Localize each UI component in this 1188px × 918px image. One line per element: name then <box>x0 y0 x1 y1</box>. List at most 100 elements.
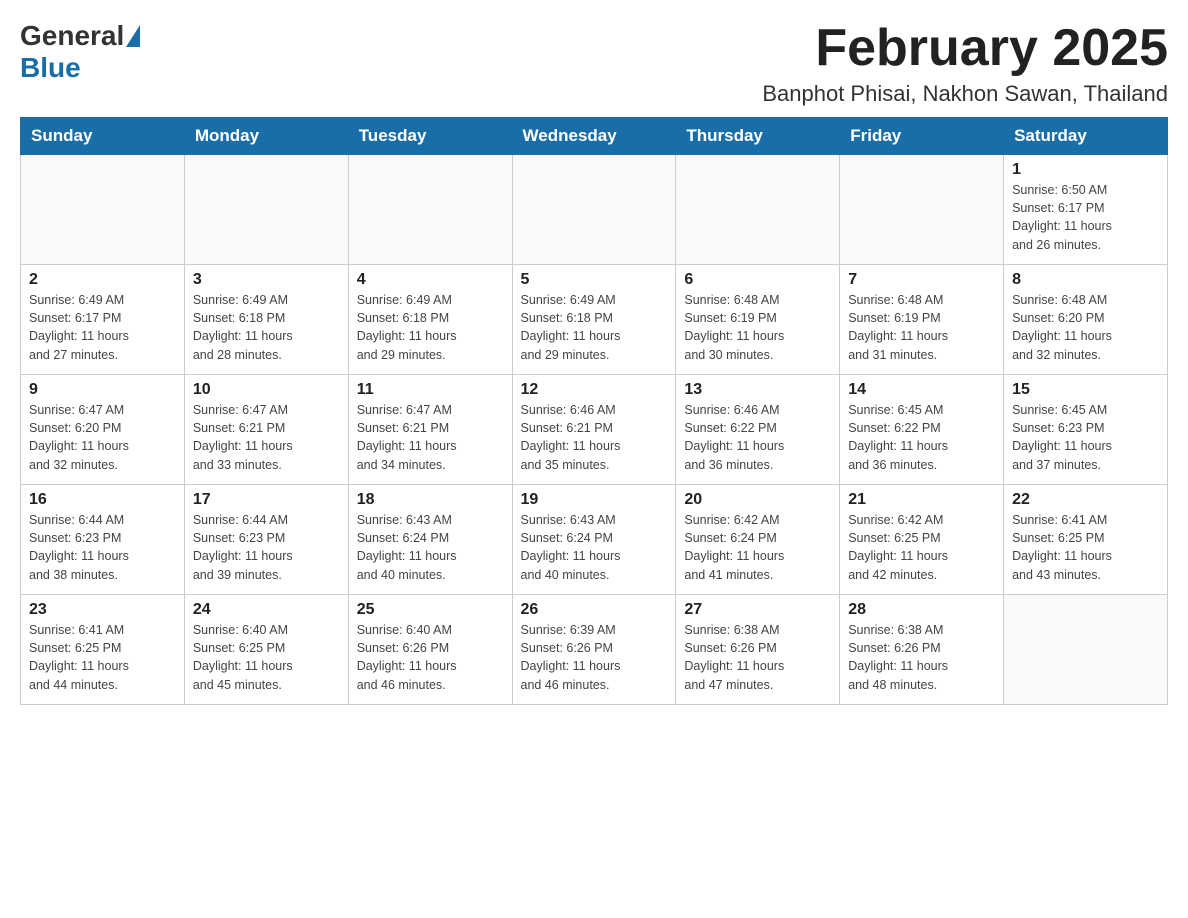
day-info: Sunrise: 6:43 AM Sunset: 6:24 PM Dayligh… <box>521 511 668 584</box>
day-number: 17 <box>193 491 340 509</box>
day-number: 24 <box>193 601 340 619</box>
day-number: 8 <box>1012 271 1159 289</box>
calendar-cell: 24 Sunrise: 6:40 AM Sunset: 6:25 PM Dayli… <box>184 595 348 705</box>
week-row-2: 9Sunrise: 6:47 AM Sunset: 6:20 PM Daylig… <box>21 375 1168 485</box>
calendar-cell: 14 Sunrise: 6:45 AM Sunset: 6:22 PM Dayli… <box>840 375 1004 485</box>
week-row-0: 1 Sunrise: 6:50 AM Sunset: 6:17 PM Daylig… <box>21 155 1168 265</box>
day-info: Sunrise: 6:43 AM Sunset: 6:24 PM Dayligh… <box>357 511 504 584</box>
day-info: Sunrise: 6:46 AM Sunset: 6:21 PM Dayligh… <box>521 401 668 474</box>
calendar-cell: 27Sunrise: 6:38 AM Sunset: 6:26 PM Dayli… <box>676 595 840 705</box>
week-row-1: 2 Sunrise: 6:49 AM Sunset: 6:17 PM Daylig… <box>21 265 1168 375</box>
day-number: 15 <box>1012 381 1159 399</box>
calendar-cell: 28 Sunrise: 6:38 AM Sunset: 6:26 PM Dayli… <box>840 595 1004 705</box>
day-info: Sunrise: 6:49 AM Sunset: 6:18 PM Dayligh… <box>521 291 668 364</box>
calendar-cell: 5 Sunrise: 6:49 AM Sunset: 6:18 PM Daylig… <box>512 265 676 375</box>
day-info: Sunrise: 6:48 AM Sunset: 6:20 PM Dayligh… <box>1012 291 1159 364</box>
day-number: 7 <box>848 271 995 289</box>
calendar-cell <box>348 155 512 265</box>
logo: General Blue <box>20 20 142 84</box>
day-info: Sunrise: 6:47 AM Sunset: 6:21 PM Dayligh… <box>357 401 504 474</box>
calendar-cell: 20 Sunrise: 6:42 AM Sunset: 6:24 PM Dayli… <box>676 485 840 595</box>
calendar-cell: 1 Sunrise: 6:50 AM Sunset: 6:17 PM Daylig… <box>1004 155 1168 265</box>
day-info: Sunrise: 6:49 AM Sunset: 6:17 PM Dayligh… <box>29 291 176 364</box>
calendar-cell <box>676 155 840 265</box>
day-number: 22 <box>1012 491 1159 509</box>
week-row-4: 23 Sunrise: 6:41 AM Sunset: 6:25 PM Dayli… <box>21 595 1168 705</box>
day-number: 13 <box>684 381 831 399</box>
day-info: Sunrise: 6:44 AM Sunset: 6:23 PM Dayligh… <box>193 511 340 584</box>
calendar-cell: 21 Sunrise: 6:42 AM Sunset: 6:25 PM Dayli… <box>840 485 1004 595</box>
page-header: General Blue February 2025 Banphot Phisa… <box>20 20 1168 107</box>
day-number: 3 <box>193 271 340 289</box>
day-info: Sunrise: 6:42 AM Sunset: 6:24 PM Dayligh… <box>684 511 831 584</box>
day-info: Sunrise: 6:40 AM Sunset: 6:25 PM Dayligh… <box>193 621 340 694</box>
header-thursday: Thursday <box>676 118 840 155</box>
calendar-cell: 6 Sunrise: 6:48 AM Sunset: 6:19 PM Daylig… <box>676 265 840 375</box>
header-monday: Monday <box>184 118 348 155</box>
calendar-cell: 19 Sunrise: 6:43 AM Sunset: 6:24 PM Dayli… <box>512 485 676 595</box>
calendar-cell: 18 Sunrise: 6:43 AM Sunset: 6:24 PM Dayli… <box>348 485 512 595</box>
day-info: Sunrise: 6:46 AM Sunset: 6:22 PM Dayligh… <box>684 401 831 474</box>
day-info: Sunrise: 6:50 AM Sunset: 6:17 PM Dayligh… <box>1012 181 1159 254</box>
day-number: 1 <box>1012 161 1159 179</box>
day-info: Sunrise: 6:42 AM Sunset: 6:25 PM Dayligh… <box>848 511 995 584</box>
month-title: February 2025 <box>762 20 1168 77</box>
location-title: Banphot Phisai, Nakhon Sawan, Thailand <box>762 81 1168 107</box>
header-sunday: Sunday <box>21 118 185 155</box>
day-number: 28 <box>848 601 995 619</box>
day-info: Sunrise: 6:40 AM Sunset: 6:26 PM Dayligh… <box>357 621 504 694</box>
header-saturday: Saturday <box>1004 118 1168 155</box>
day-info: Sunrise: 6:45 AM Sunset: 6:23 PM Dayligh… <box>1012 401 1159 474</box>
calendar-cell: 16 Sunrise: 6:44 AM Sunset: 6:23 PM Dayli… <box>21 485 185 595</box>
day-number: 18 <box>357 491 504 509</box>
calendar-cell: 15 Sunrise: 6:45 AM Sunset: 6:23 PM Dayli… <box>1004 375 1168 485</box>
day-info: Sunrise: 6:38 AM Sunset: 6:26 PM Dayligh… <box>684 621 831 694</box>
calendar-cell: 8 Sunrise: 6:48 AM Sunset: 6:20 PM Daylig… <box>1004 265 1168 375</box>
day-info: Sunrise: 6:48 AM Sunset: 6:19 PM Dayligh… <box>848 291 995 364</box>
calendar-cell: 13 Sunrise: 6:46 AM Sunset: 6:22 PM Dayli… <box>676 375 840 485</box>
day-number: 5 <box>521 271 668 289</box>
day-info: Sunrise: 6:49 AM Sunset: 6:18 PM Dayligh… <box>193 291 340 364</box>
day-number: 25 <box>357 601 504 619</box>
calendar-cell: 7 Sunrise: 6:48 AM Sunset: 6:19 PM Daylig… <box>840 265 1004 375</box>
day-number: 21 <box>848 491 995 509</box>
day-info: Sunrise: 6:38 AM Sunset: 6:26 PM Dayligh… <box>848 621 995 694</box>
title-block: February 2025 Banphot Phisai, Nakhon Saw… <box>762 20 1168 107</box>
calendar-cell: 10Sunrise: 6:47 AM Sunset: 6:21 PM Dayli… <box>184 375 348 485</box>
day-info: Sunrise: 6:41 AM Sunset: 6:25 PM Dayligh… <box>29 621 176 694</box>
logo-blue-text: Blue <box>20 52 81 83</box>
header-wednesday: Wednesday <box>512 118 676 155</box>
calendar-cell: 25 Sunrise: 6:40 AM Sunset: 6:26 PM Dayli… <box>348 595 512 705</box>
day-info: Sunrise: 6:45 AM Sunset: 6:22 PM Dayligh… <box>848 401 995 474</box>
calendar-cell: 4Sunrise: 6:49 AM Sunset: 6:18 PM Daylig… <box>348 265 512 375</box>
week-row-3: 16 Sunrise: 6:44 AM Sunset: 6:23 PM Dayli… <box>21 485 1168 595</box>
day-info: Sunrise: 6:39 AM Sunset: 6:26 PM Dayligh… <box>521 621 668 694</box>
calendar-cell: 26 Sunrise: 6:39 AM Sunset: 6:26 PM Dayli… <box>512 595 676 705</box>
day-number: 6 <box>684 271 831 289</box>
day-number: 14 <box>848 381 995 399</box>
day-number: 23 <box>29 601 176 619</box>
calendar-cell <box>21 155 185 265</box>
calendar-cell <box>184 155 348 265</box>
day-number: 19 <box>521 491 668 509</box>
header-friday: Friday <box>840 118 1004 155</box>
logo-triangle-icon <box>126 25 140 47</box>
day-number: 10 <box>193 381 340 399</box>
calendar-cell: 9Sunrise: 6:47 AM Sunset: 6:20 PM Daylig… <box>21 375 185 485</box>
day-number: 9 <box>29 381 176 399</box>
calendar-cell: 12 Sunrise: 6:46 AM Sunset: 6:21 PM Dayli… <box>512 375 676 485</box>
day-info: Sunrise: 6:49 AM Sunset: 6:18 PM Dayligh… <box>357 291 504 364</box>
day-number: 2 <box>29 271 176 289</box>
day-number: 12 <box>521 381 668 399</box>
day-number: 11 <box>357 381 504 399</box>
calendar-table: Sunday Monday Tuesday Wednesday Thursday… <box>20 117 1168 705</box>
calendar-cell: 2 Sunrise: 6:49 AM Sunset: 6:17 PM Daylig… <box>21 265 185 375</box>
day-number: 20 <box>684 491 831 509</box>
header-tuesday: Tuesday <box>348 118 512 155</box>
calendar-cell: 11 Sunrise: 6:47 AM Sunset: 6:21 PM Dayli… <box>348 375 512 485</box>
day-info: Sunrise: 6:48 AM Sunset: 6:19 PM Dayligh… <box>684 291 831 364</box>
day-info: Sunrise: 6:44 AM Sunset: 6:23 PM Dayligh… <box>29 511 176 584</box>
calendar-cell <box>840 155 1004 265</box>
day-number: 26 <box>521 601 668 619</box>
day-number: 16 <box>29 491 176 509</box>
